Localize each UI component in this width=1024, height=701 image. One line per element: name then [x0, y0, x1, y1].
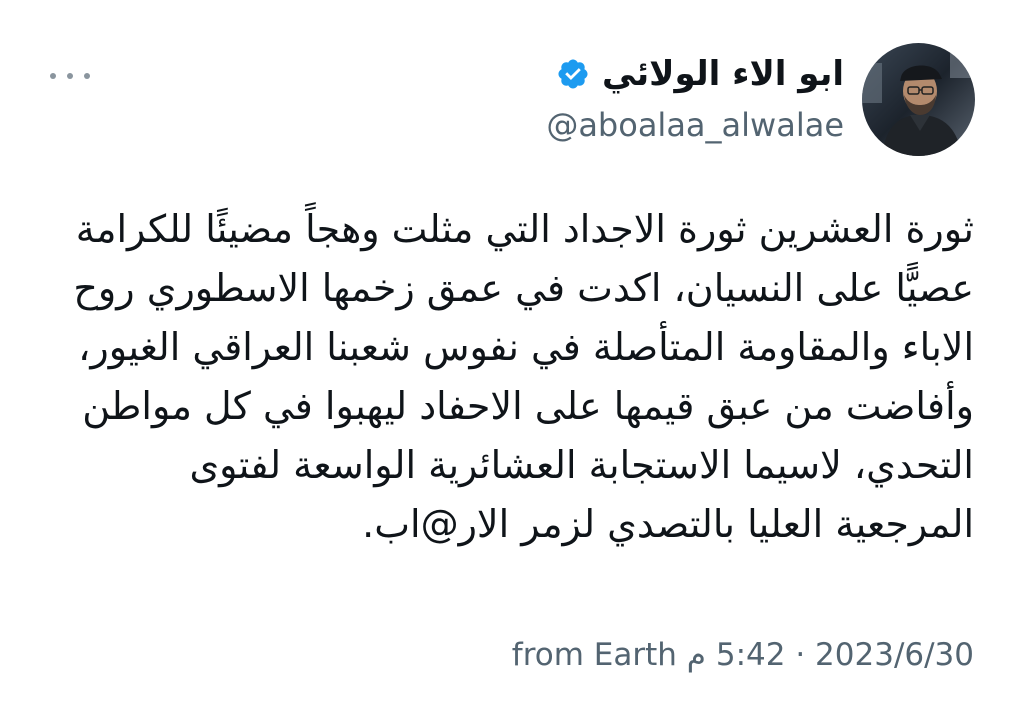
- tweet-text-line: الاباء والمقاومة المتأصلة في نفوس شعبنا …: [78, 325, 974, 369]
- tweet-text-line: ثورة العشرين ثورة الاجداد التي مثلت وهجا…: [75, 207, 974, 251]
- tweet-time[interactable]: 5:42 م: [687, 630, 786, 680]
- tweet-body: ثورة العشرين ثورة الاجداد التي مثلت وهجا…: [34, 200, 974, 554]
- tweet-text-line: التحدي، لاسيما الاستجابة العشائرية الواس…: [189, 443, 974, 487]
- tweet-date[interactable]: 2023/6/30: [815, 630, 974, 680]
- avatar[interactable]: [862, 43, 975, 156]
- tweet-metadata: from Earth 5:42 م · 2023/6/30: [512, 630, 974, 680]
- more-options-button[interactable]: [50, 66, 90, 86]
- verified-badge-icon: [558, 59, 588, 89]
- meta-separator: ·: [785, 637, 816, 673]
- avatar-photo-icon: [862, 43, 975, 156]
- author-handle[interactable]: @aboalaa_alwalae: [546, 100, 844, 150]
- more-dot-icon: [84, 73, 90, 79]
- display-name-row: ابو الاء الولائي: [546, 50, 844, 98]
- tweet-text-line: المرجعية العليا بالتصدي لزمر الار@اب.: [362, 502, 974, 546]
- tweet-text-line: وأفاضت من عبق قيمها على الاحفاد ليهبوا ف…: [82, 384, 974, 428]
- tweet-source: from Earth: [511, 637, 677, 673]
- tweet-header: ابو الاء الولائي @aboalaa_alwalae: [546, 50, 844, 150]
- author-display-name[interactable]: ابو الاء الولائي: [602, 50, 844, 98]
- more-dot-icon: [67, 73, 73, 79]
- tweet-card: ابو الاء الولائي @aboalaa_alwalae ثورة ا…: [0, 0, 1024, 701]
- more-dot-icon: [50, 73, 56, 79]
- tweet-text-line: عصيًّا على النسيان، اكدت في عمق زخمها ال…: [73, 266, 974, 310]
